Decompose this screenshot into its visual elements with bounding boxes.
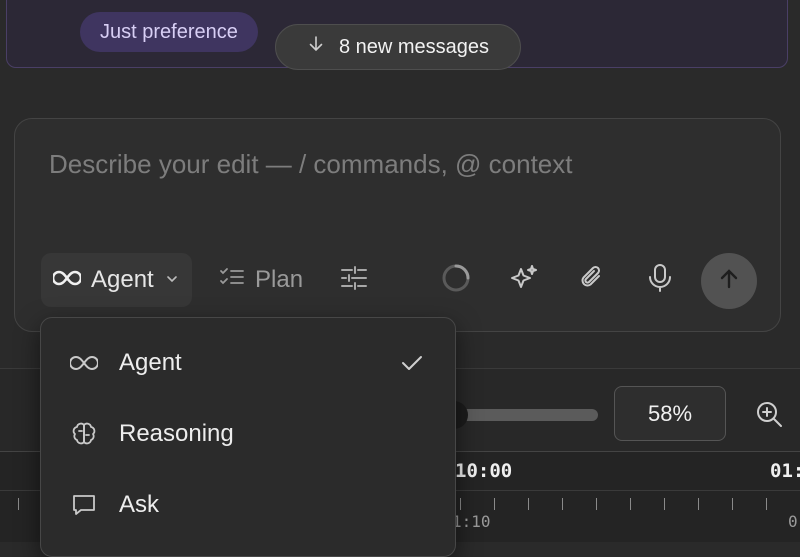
zoom-value: 58% — [647, 400, 693, 426]
magic-button[interactable] — [497, 253, 551, 307]
menu-item-ask[interactable]: Ask — [41, 470, 455, 540]
timeline-tick — [18, 498, 19, 510]
settings-sliders-button[interactable] — [327, 253, 381, 307]
timeline-tick — [732, 498, 733, 510]
menu-item-label: Reasoning — [119, 420, 234, 447]
paperclip-icon — [577, 263, 607, 298]
arrow-up-icon — [718, 268, 740, 295]
timeline-tick — [528, 498, 529, 510]
chevron-down-icon — [164, 266, 180, 294]
timeline-label-major: 10:00 — [455, 460, 513, 482]
zoom-value-field[interactable]: 58% — [614, 386, 726, 441]
timeline-label-minor: 1:10 — [452, 512, 491, 531]
menu-item-agent[interactable]: Agent — [41, 328, 455, 398]
checklist-icon — [219, 266, 245, 295]
new-messages-label: 8 new messages — [338, 35, 490, 58]
plan-button[interactable]: Plan — [219, 253, 303, 307]
zoom-slider-track[interactable] — [450, 409, 598, 421]
menu-item-reasoning[interactable]: Reasoning — [41, 399, 455, 469]
timeline-tick — [562, 498, 563, 510]
timeline-tick — [494, 498, 495, 510]
preference-chip-label: Just preference — [100, 20, 238, 43]
timeline-tick — [698, 498, 699, 510]
infinity-icon — [51, 266, 83, 294]
sliders-icon — [340, 265, 368, 296]
timeline-tick — [460, 498, 461, 510]
arrow-down-icon — [307, 35, 325, 59]
mode-selector-button[interactable]: Agent — [41, 253, 192, 307]
timeline-tick — [766, 498, 767, 510]
attach-button[interactable] — [565, 253, 619, 307]
voice-button[interactable] — [633, 253, 687, 307]
checkmark-icon — [397, 348, 427, 378]
mode-dropdown-menu: Agent Reasoning Ask — [40, 317, 456, 557]
plan-label: Plan — [255, 266, 304, 293]
infinity-icon — [69, 348, 99, 378]
timeline-label-minor: 0 — [788, 512, 798, 531]
timeline-tick — [664, 498, 665, 510]
new-messages-button[interactable]: 8 new messages — [275, 24, 521, 70]
prompt-input[interactable]: Describe your edit — / commands, @ conte… — [49, 149, 572, 180]
brain-icon — [69, 419, 99, 449]
send-button[interactable] — [701, 253, 757, 309]
timeline-tick — [630, 498, 631, 510]
timeline-tick — [596, 498, 597, 510]
zoom-in-button[interactable] — [754, 399, 786, 431]
menu-item-label: Ask — [119, 491, 160, 518]
chat-icon — [69, 490, 99, 520]
microphone-icon — [647, 263, 673, 298]
sparkle-icon — [509, 263, 539, 298]
menu-item-label: Agent — [119, 349, 182, 376]
mode-selector-label: Agent — [91, 266, 154, 293]
preference-chip[interactable]: Just preference — [80, 12, 258, 52]
loading-indicator — [429, 253, 483, 307]
composer: Describe your edit — / commands, @ conte… — [14, 118, 781, 332]
spinner-icon — [441, 263, 471, 298]
zoom-in-icon — [754, 402, 784, 433]
timeline-label-major: 01: — [770, 460, 800, 482]
